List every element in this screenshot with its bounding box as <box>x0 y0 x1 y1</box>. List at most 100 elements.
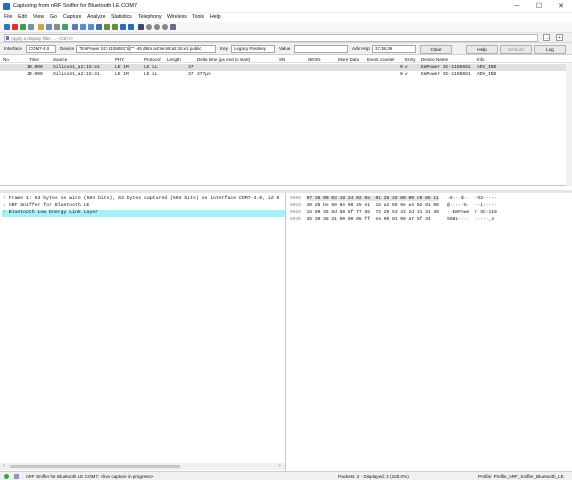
expert-info-icon[interactable] <box>4 474 9 479</box>
find-packet-icon[interactable] <box>72 24 78 30</box>
interface-label: Interface <box>4 46 22 51</box>
minimize-button[interactable]: ─ <box>506 0 528 13</box>
detail-frame-row[interactable]: › Frame 1: 63 bytes on wire (504 bits), … <box>3 196 279 203</box>
reload-icon[interactable] <box>62 24 68 30</box>
profile-text[interactable]: Profile: Profile_nRF_Sniffer_Bluetooth_L… <box>478 474 564 479</box>
value-label: Value <box>279 46 291 51</box>
capture-status-text: nRF Sniffer for Bluetooth LE COM7: <live… <box>26 474 154 479</box>
help-button[interactable]: Help <box>466 44 498 54</box>
adv-hop-input[interactable]: 37,38,39 <box>372 45 416 53</box>
cell-phy: LE 1M <box>115 65 129 70</box>
column-time[interactable]: Time <box>29 57 39 62</box>
cell-time: 0.000 <box>29 65 43 70</box>
device-select[interactable]: "EmPower SC-1105081"@"" -46 dBm a4:9e:69… <box>76 45 216 53</box>
display-filter-input[interactable] <box>4 34 538 42</box>
cell-info: ADV_IND <box>477 65 497 70</box>
packets-count-text: Packets: 2 · Displayed: 2 (100.0%) <box>338 474 409 479</box>
defaults-button[interactable]: Defaults <box>500 44 532 54</box>
autoscroll-icon[interactable] <box>120 24 126 30</box>
maximize-button[interactable]: ☐ <box>528 0 550 13</box>
list-view-icon[interactable] <box>138 24 144 30</box>
cell-time: 0.000 <box>29 72 43 77</box>
detail-nrf-text: nRF Sniffer for Bluetooth LE <box>8 203 90 208</box>
menu-edit[interactable]: Edit <box>18 14 27 20</box>
column-nesn[interactable]: NESN <box>308 57 321 62</box>
go-forward-icon[interactable] <box>88 24 94 30</box>
cell-device-name: EmPower SC-1105081 <box>421 65 471 70</box>
main-toolbar <box>0 22 572 33</box>
open-file-icon[interactable] <box>38 24 44 30</box>
close-button[interactable]: ✕ <box>550 0 572 13</box>
details-hscrollbar[interactable]: ‹ › <box>0 463 285 470</box>
add-filter-button[interactable]: + <box>556 34 563 41</box>
capture-comment-icon[interactable] <box>14 474 19 479</box>
column-no[interactable]: No. <box>3 57 10 62</box>
menu-file[interactable]: File <box>4 14 12 20</box>
last-packet-icon[interactable] <box>112 24 118 30</box>
detail-frame-text: Frame 1: 63 bytes on wire (504 bits), 63… <box>8 196 280 201</box>
go-back-icon[interactable] <box>80 24 86 30</box>
start-capture-icon[interactable] <box>4 24 10 30</box>
stop-capture-icon[interactable] <box>12 24 18 30</box>
log-button[interactable]: Log <box>534 44 566 54</box>
resize-columns-icon[interactable] <box>170 24 176 30</box>
normal-size-icon[interactable] <box>162 24 168 30</box>
colorize-icon[interactable] <box>128 24 134 30</box>
cell-source: Silicon1_a2:15:e1 <box>53 65 100 70</box>
column-device-name[interactable]: Device Name <box>421 57 448 62</box>
detail-btle-text: Bluetooth Low Energy Link Layer <box>8 210 99 215</box>
zoom-out-icon[interactable] <box>154 24 160 30</box>
column-info[interactable]: Info <box>477 57 485 62</box>
wireshark-app-icon <box>3 3 10 10</box>
menu-tools[interactable]: Tools <box>192 14 204 20</box>
clear-button[interactable]: Clear <box>420 44 452 54</box>
column-protocol[interactable]: Protocol <box>144 57 161 62</box>
details-scroll-thumb[interactable] <box>10 465 180 468</box>
hex-ascii: 5081···· ·····_4 <box>447 217 495 222</box>
key-select[interactable]: Legacy Passkey <box>231 45 275 53</box>
column-phy[interactable]: PHY <box>115 57 124 62</box>
bookmark-icon[interactable] <box>6 36 9 40</box>
hex-bytes: 07 38 00 03 18 24 02 0a 01 25 33 00 00 c… <box>306 196 439 201</box>
value-input[interactable] <box>294 45 348 53</box>
hex-offset: 0000 <box>290 196 302 201</box>
menu-statistics[interactable]: Statistics <box>111 14 132 20</box>
restart-capture-icon[interactable] <box>20 24 26 30</box>
scroll-right-icon[interactable]: › <box>279 464 282 469</box>
detail-nrf-row[interactable]: › nRF Sniffer for Bluetooth LE <box>3 203 89 210</box>
column-source[interactable]: Source <box>53 57 67 62</box>
zoom-in-icon[interactable] <box>146 24 152 30</box>
column-sn[interactable]: SN <box>279 57 285 62</box>
menu-go[interactable]: Go <box>50 14 57 20</box>
save-file-icon[interactable] <box>46 24 52 30</box>
go-to-packet-icon[interactable] <box>96 24 102 30</box>
packet-row[interactable]: 2 0.000 Silicon1_a2:15:e1 LE 1M LE LL 37… <box>0 71 572 78</box>
cell-event: 0 <box>400 65 403 70</box>
packet-row[interactable]: 1 0.000 Silicon1_a2:15:e1 LE 1M LE LL 37… <box>0 64 572 71</box>
column-entry[interactable]: Entry <box>405 57 416 62</box>
interface-select[interactable]: COM7-4.0 <box>26 45 56 53</box>
close-file-icon[interactable] <box>54 24 60 30</box>
hex-row[interactable]: 0000 07 38 00 03 18 24 02 0a 01 25 33 00… <box>290 196 497 201</box>
column-more-data[interactable]: More Data <box>338 57 359 62</box>
expand-arrow-icon[interactable]: › <box>2 210 9 215</box>
capture-options-icon[interactable] <box>28 24 34 30</box>
menu-help[interactable]: Help <box>210 14 221 20</box>
menu-capture[interactable]: Capture <box>63 14 81 20</box>
hex-row[interactable]: 0030 35 30 38 31 00 00 05 ff ea 00 01 00… <box>290 217 494 222</box>
column-delta-time[interactable]: Delta time (µs end to start) <box>197 57 250 62</box>
scroll-left-icon[interactable]: ‹ <box>3 464 6 469</box>
menu-view[interactable]: View <box>33 14 44 20</box>
menu-analyze[interactable]: Analyze <box>87 14 105 20</box>
column-event-counter[interactable]: Event counter <box>367 57 395 62</box>
menu-telephony[interactable]: Telephony <box>138 14 162 20</box>
first-packet-icon[interactable] <box>104 24 110 30</box>
apply-filter-button[interactable]: → <box>543 34 550 41</box>
menu-wireless[interactable]: Wireless <box>167 14 187 20</box>
detail-btle-row[interactable]: › Bluetooth Low Energy Link Layer <box>2 210 285 217</box>
hex-row[interactable]: 0020 15 09 45 6d 50 6f 77 65 72 20 53 43… <box>290 210 497 215</box>
hex-offset: 0020 <box>290 210 302 215</box>
packet-list-scrollbar[interactable] <box>566 63 572 186</box>
hex-row[interactable]: 0010 40 d6 be 89 8e 00 25 e1 15 a2 69 9e… <box>290 203 497 208</box>
column-length[interactable]: Length <box>167 57 181 62</box>
